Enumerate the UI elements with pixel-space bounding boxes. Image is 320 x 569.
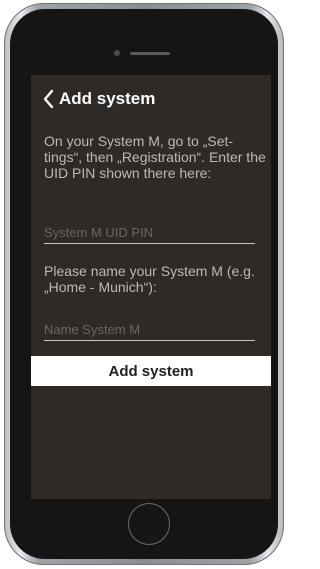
phone-mockup: Add system On your System M, go to „Set-… xyxy=(0,0,288,569)
page-title: Add system xyxy=(59,89,156,108)
name-prompt: Please name your System M (e.g. „Home - … xyxy=(44,263,255,295)
earpiece-speaker xyxy=(130,52,170,55)
home-button[interactable] xyxy=(128,503,170,545)
app-screen: Add system On your System M, go to „Set-… xyxy=(31,75,271,499)
back-navigation[interactable]: Add system xyxy=(43,88,155,110)
system-name-input[interactable] xyxy=(44,318,255,341)
registration-instructions: On your System M, go to „Set-tings“, the… xyxy=(44,133,266,181)
uid-pin-input[interactable] xyxy=(44,221,255,244)
add-system-button[interactable]: Add system xyxy=(31,356,271,386)
chevron-left-icon[interactable] xyxy=(43,89,55,109)
front-camera xyxy=(114,50,120,56)
